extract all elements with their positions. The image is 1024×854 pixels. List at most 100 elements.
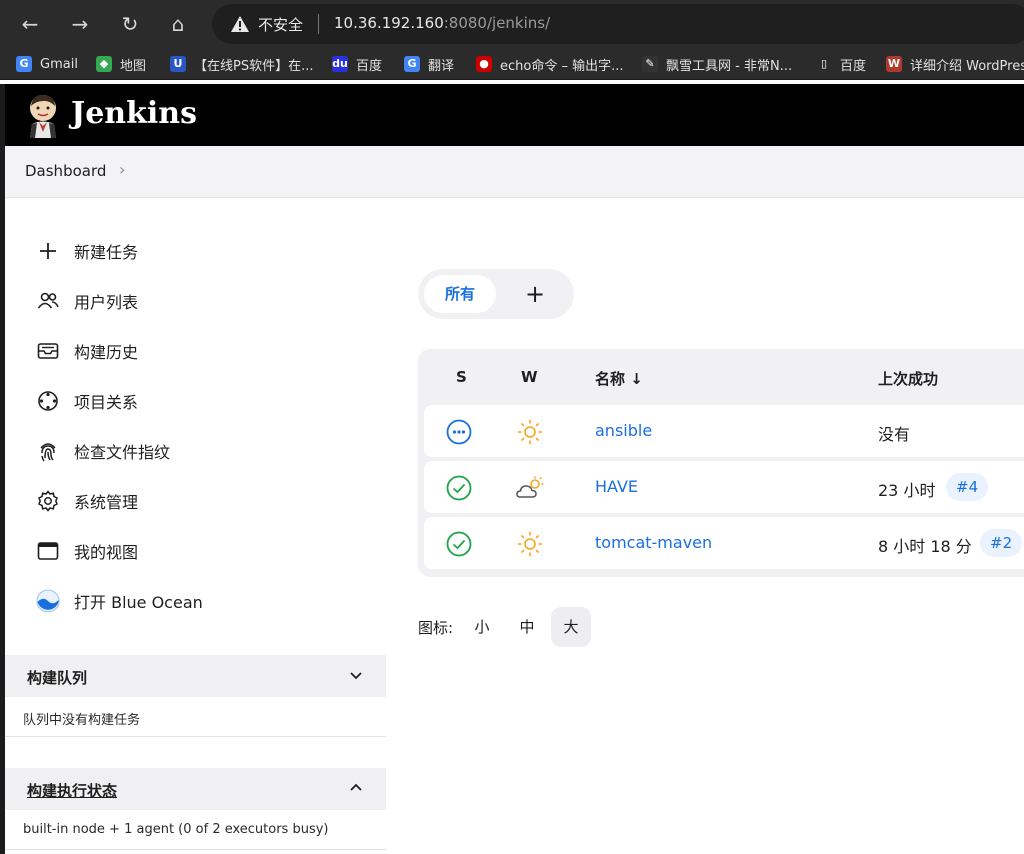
piaoxue-icon: ✎: [642, 56, 658, 72]
bookmark-label: Gmail: [40, 56, 78, 72]
address-bar[interactable]: 不安全 10.36.192.160:8080/jenkins/: [212, 4, 1024, 44]
build-queue-title: 构建队列: [27, 669, 88, 687]
sidebar-item-fingerprint[interactable]: 检查文件指纹: [36, 438, 170, 464]
build-queue-header[interactable]: 构建队列: [5, 655, 386, 697]
build-number-badge[interactable]: #2: [980, 529, 1023, 557]
window-icon: [36, 539, 60, 563]
column-header-last-success[interactable]: 上次成功: [878, 368, 938, 389]
window-edge: [0, 84, 5, 854]
job-name-link[interactable]: HAVE: [595, 477, 638, 496]
url-host: 10.36.192.160: [334, 14, 444, 32]
table-row: ansible 没有: [424, 405, 1024, 457]
sunny-weather-icon[interactable]: [516, 531, 544, 557]
bookmark-item[interactable]: du 百度: [332, 54, 382, 74]
last-success-text: 没有: [878, 425, 911, 444]
icon-size-small[interactable]: 小: [462, 607, 502, 647]
build-queue-body: 队列中没有构建任务: [5, 697, 386, 737]
sidebar-item-label: 用户列表: [74, 293, 139, 312]
cloudy-weather-icon[interactable]: [516, 475, 544, 501]
bookmark-item[interactable]: G Gmail: [16, 54, 78, 74]
users-icon: [36, 289, 60, 313]
sidebar-item-project-relationship[interactable]: 项目关系: [36, 388, 138, 414]
warning-icon[interactable]: [230, 14, 250, 34]
success-status-icon[interactable]: [446, 531, 472, 557]
blue-ocean-icon: [36, 589, 60, 613]
bookmark-label: 百度: [356, 58, 383, 74]
page-icon: ▯: [816, 56, 832, 72]
bookmark-label: 详细介绍 WordPres: [910, 58, 1024, 74]
reload-button[interactable]: ↻: [116, 10, 144, 38]
build-number-badge[interactable]: #4: [946, 473, 989, 501]
bookmark-item[interactable]: ▯ 百度: [816, 54, 866, 74]
bookmark-label: 飘雪工具网 - 非常N...: [666, 58, 793, 74]
sidebar-item-blue-ocean[interactable]: 打开 Blue Ocean: [36, 588, 203, 614]
maps-icon: ◆: [96, 56, 112, 72]
sidebar-item-build-history[interactable]: 构建历史: [36, 338, 138, 364]
executor-status-header[interactable]: 构建执行状态: [5, 768, 386, 810]
jobs-table: S W 名称 ↓ 上次成功 ansible 没有 HAVE 23 小时 #4 t…: [418, 349, 1024, 577]
address-divider: [318, 14, 319, 34]
bookmark-item[interactable]: ◆ 地图: [96, 54, 146, 74]
jenkins-logo-icon[interactable]: [25, 92, 61, 138]
bookmark-label: 翻译: [428, 58, 455, 74]
translate-icon: G: [404, 56, 420, 72]
bookmark-label: 地图: [120, 58, 147, 74]
tab-all[interactable]: 所有: [424, 275, 496, 313]
redhat-icon: ●: [476, 56, 492, 72]
executor-status-title[interactable]: 构建执行状态: [27, 780, 117, 801]
icon-size-label: 图标:: [418, 618, 454, 637]
baidu-icon: du: [332, 56, 348, 72]
bookmark-item[interactable]: ● echo命令 – 输出字...: [476, 54, 624, 74]
sidebar-item-label: 打开 Blue Ocean: [74, 593, 203, 612]
bookmark-item[interactable]: W 详细介绍 WordPres: [886, 54, 1024, 74]
back-button[interactable]: ←: [16, 10, 44, 38]
column-header-name[interactable]: 名称 ↓: [595, 368, 643, 389]
sidebar-item-label: 构建历史: [74, 343, 139, 362]
table-row: tomcat-maven 8 小时 18 分 #2: [424, 517, 1024, 569]
bookmark-item[interactable]: U 【在线PS软件】在...: [170, 54, 314, 74]
job-name-link[interactable]: ansible: [595, 421, 652, 440]
job-name-link[interactable]: tomcat-maven: [595, 533, 712, 552]
last-success-text: 8 小时 18 分: [878, 537, 972, 556]
sidebar-item-label: 项目关系: [74, 393, 139, 412]
insecure-label[interactable]: 不安全: [258, 14, 303, 35]
last-success-text: 23 小时: [878, 481, 936, 500]
build-queue-empty-text: 队列中没有构建任务: [23, 713, 141, 728]
sidebar-item-manage-jenkins[interactable]: 系统管理: [36, 488, 138, 514]
sidebar-item-my-views[interactable]: 我的视图: [36, 538, 138, 564]
chevron-right-icon[interactable]: ›: [119, 160, 125, 179]
chevron-up-icon[interactable]: [348, 780, 364, 796]
add-view-button[interactable]: +: [518, 275, 552, 313]
wordpress-icon: W: [886, 56, 902, 72]
gmail-icon: G: [16, 56, 32, 72]
success-status-icon[interactable]: [446, 475, 472, 501]
relationship-icon: [36, 389, 60, 413]
executor-status-text: built-in node + 1 agent (0 of 2 executor…: [23, 822, 329, 837]
url-text[interactable]: 10.36.192.160:8080/jenkins/: [334, 14, 550, 32]
sidebar-item-users[interactable]: 用户列表: [36, 288, 138, 314]
home-button[interactable]: ⌂: [164, 10, 192, 38]
executor-status-body: built-in node + 1 agent (0 of 2 executor…: [5, 810, 386, 850]
fingerprint-icon: [36, 439, 60, 463]
bookmark-item[interactable]: ✎ 飘雪工具网 - 非常N...: [642, 54, 792, 74]
breadcrumb-dashboard[interactable]: Dashboard: [25, 162, 106, 180]
icon-size-large[interactable]: 大: [551, 607, 591, 647]
history-icon: [36, 339, 60, 363]
chevron-down-icon[interactable]: [348, 667, 364, 683]
bookmark-label: 【在线PS软件】在...: [194, 58, 314, 74]
column-header-weather[interactable]: W: [521, 368, 538, 386]
pending-status-icon[interactable]: [446, 419, 472, 445]
sidebar-item-label: 系统管理: [74, 493, 139, 512]
sunny-weather-icon[interactable]: [516, 419, 544, 445]
view-tabs: 所有 +: [418, 269, 574, 319]
jenkins-title[interactable]: Jenkins: [71, 96, 197, 131]
forward-button[interactable]: →: [66, 10, 94, 38]
sidebar-item-label: 新建任务: [74, 243, 139, 262]
bookmark-item[interactable]: G 翻译: [404, 54, 454, 74]
browser-toolbar: ← → ↻ ⌂ 不安全 10.36.192.160:8080/jenkins/: [0, 0, 1024, 48]
sidebar-item-label: 检查文件指纹: [74, 443, 171, 462]
ps-icon: U: [170, 56, 186, 72]
column-header-status[interactable]: S: [456, 368, 467, 386]
sidebar-item-new-job[interactable]: 新建任务: [36, 238, 138, 264]
icon-size-medium[interactable]: 中: [507, 607, 547, 647]
